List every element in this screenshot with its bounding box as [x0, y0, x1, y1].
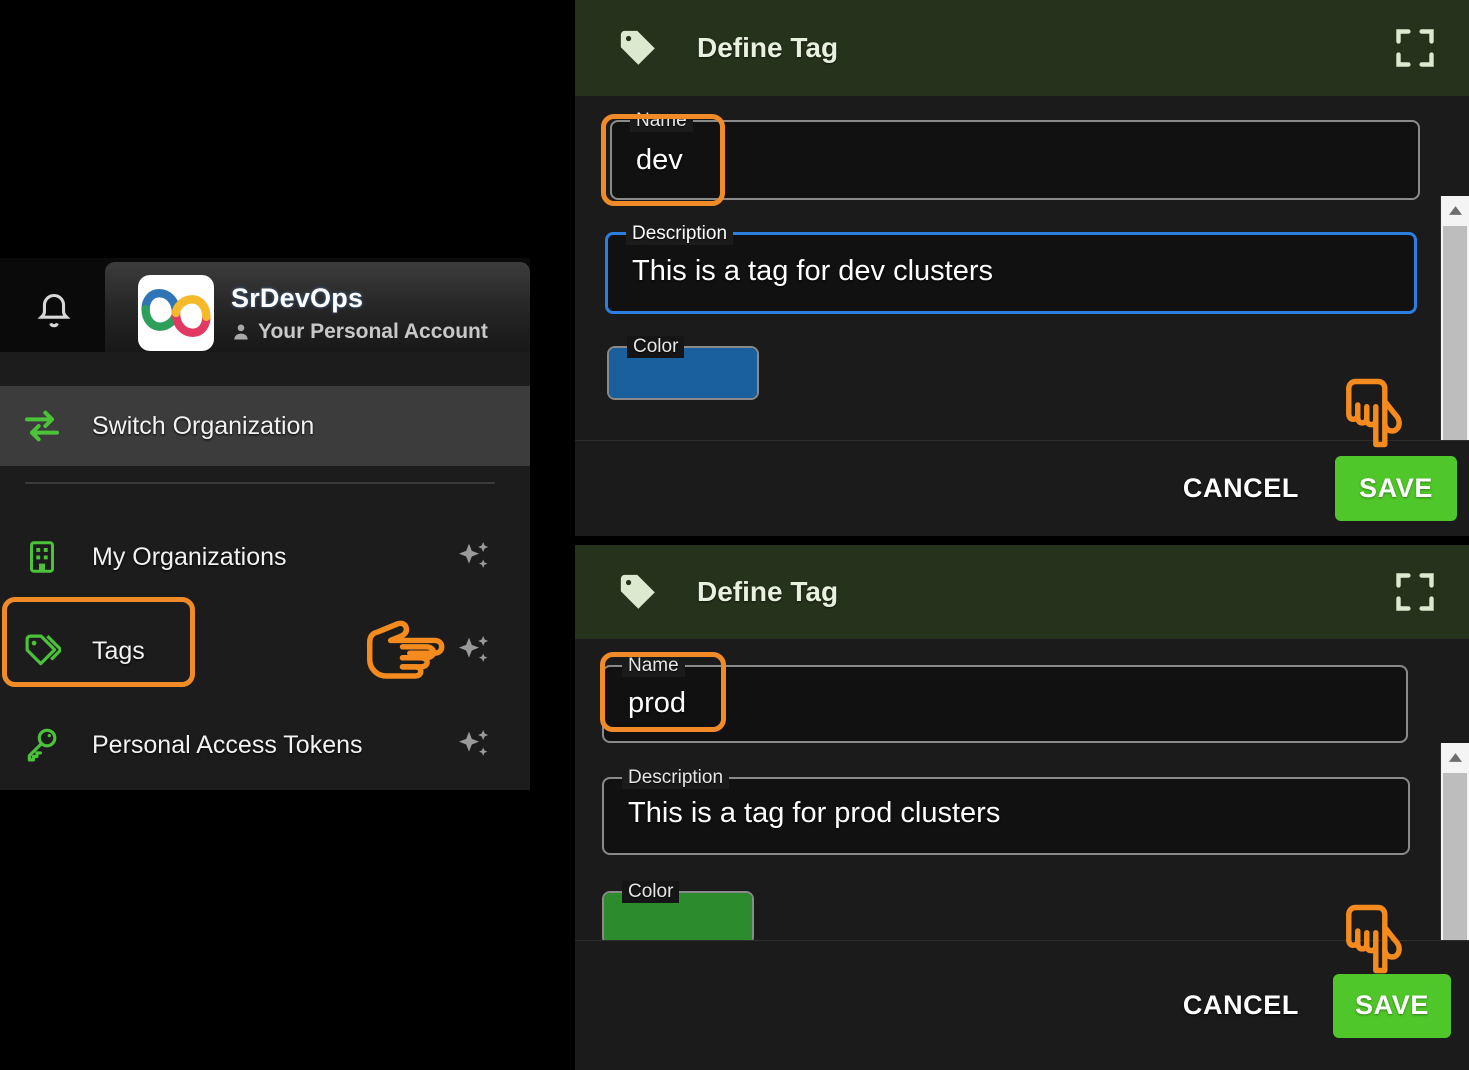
pointing-hand-right-icon — [362, 604, 454, 686]
dialog-body: Name dev Description This is a tag for d… — [575, 96, 1469, 532]
tag-icon — [617, 27, 659, 69]
sparkles-icon — [454, 537, 494, 577]
switch-arrows-icon — [18, 402, 66, 450]
color-label: Color — [627, 336, 685, 358]
tag-icon — [18, 627, 66, 675]
scroll-up-arrow-icon[interactable] — [1441, 743, 1469, 771]
description-field[interactable]: Description This is a tag for prod clust… — [602, 767, 1410, 855]
save-button[interactable]: SAVE — [1335, 456, 1457, 521]
color-label: Color — [622, 881, 680, 903]
description-label: Description — [626, 223, 734, 245]
color-field[interactable]: Color — [607, 336, 759, 400]
menu-item-switch-organization[interactable]: Switch Organization — [0, 386, 530, 466]
scroll-up-arrow-icon[interactable] — [1441, 196, 1469, 224]
color-field[interactable]: Color — [602, 881, 754, 945]
dialog-footer: CANCEL SAVE — [575, 940, 1469, 1070]
account-dropdown-menu: Switch Organization My Organizations Tag… — [0, 352, 530, 790]
name-field[interactable]: Name dev — [610, 110, 1420, 200]
sparkles-icon — [454, 725, 494, 765]
account-name: SrDevOps — [231, 283, 364, 313]
bell-icon[interactable] — [32, 288, 76, 336]
dialog-header: Define Tag — [575, 0, 1469, 96]
name-label: Name — [630, 110, 693, 132]
tag-icon — [617, 571, 659, 613]
dialog-header: Define Tag — [575, 545, 1469, 639]
fullscreen-icon[interactable] — [1393, 570, 1437, 614]
save-button[interactable]: SAVE — [1333, 973, 1451, 1038]
devops-infinity-logo — [138, 275, 214, 351]
description-field[interactable]: Description This is a tag for dev cluste… — [605, 223, 1417, 314]
description-value: This is a tag for prod clusters — [628, 797, 1001, 829]
menu-item-my-organizations[interactable]: My Organizations — [0, 522, 530, 592]
dialog-title: Define Tag — [697, 576, 839, 607]
name-value: prod — [628, 687, 687, 719]
menu-divider — [25, 482, 495, 484]
menu-item-label: Switch Organization — [92, 411, 315, 440]
menu-item-label: My Organizations — [92, 542, 287, 571]
define-tag-dialog-dev: Define Tag Name dev Description This is … — [575, 0, 1469, 536]
building-icon — [18, 533, 66, 581]
define-tag-dialog-prod: Define Tag Name prod Description This is… — [575, 545, 1469, 1070]
cancel-button[interactable]: CANCEL — [1175, 980, 1307, 1031]
description-label: Description — [622, 767, 730, 789]
description-value: This is a tag for dev clusters — [632, 255, 994, 287]
name-field[interactable]: Name prod — [602, 655, 1408, 743]
dialog-footer: CANCEL SAVE — [575, 440, 1469, 536]
sparkles-icon — [454, 631, 494, 671]
account-menu-panel: SrDevOps Your Personal Account Switch Or… — [0, 0, 575, 1069]
pointing-hand-down-icon — [1338, 374, 1410, 452]
dialog-body: Name prod Description This is a tag for … — [575, 639, 1469, 1015]
pointing-hand-down-icon — [1338, 900, 1410, 978]
key-icon — [18, 721, 66, 769]
dialog-title: Define Tag — [697, 32, 839, 63]
person-icon — [234, 324, 248, 340]
scrollbar-thumb[interactable] — [1443, 226, 1467, 472]
name-value: dev — [636, 144, 683, 176]
account-subtitle: Your Personal Account — [258, 320, 488, 343]
menu-item-label: Tags — [92, 636, 145, 665]
menu-item-personal-access-tokens[interactable]: Personal Access Tokens — [0, 710, 530, 780]
menu-item-label: Personal Access Tokens — [92, 730, 363, 759]
cancel-button[interactable]: CANCEL — [1175, 463, 1307, 514]
account-subtitle-row: Your Personal Account — [231, 320, 488, 344]
name-label: Name — [622, 655, 685, 677]
fullscreen-icon[interactable] — [1393, 26, 1437, 70]
